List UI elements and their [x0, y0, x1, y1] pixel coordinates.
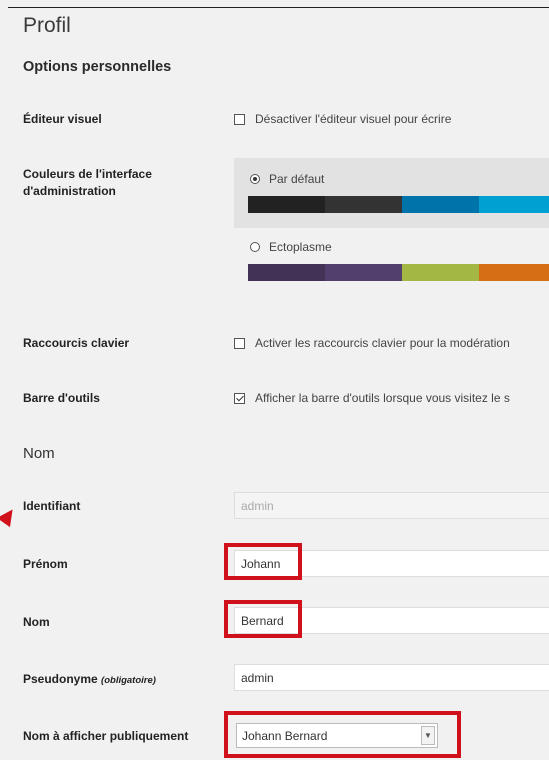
required-note: (obligatoire)	[101, 675, 156, 686]
red-arrow-pointer	[0, 504, 20, 528]
swatch	[402, 264, 479, 281]
color-scheme-default[interactable]: Par défaut	[234, 158, 549, 228]
page-title: Profil	[23, 14, 71, 37]
last-name-highlight	[224, 600, 302, 638]
username-field: admin	[234, 492, 549, 519]
display-name-highlight	[224, 711, 461, 758]
top-divider	[8, 7, 549, 8]
scheme-swatches	[248, 264, 549, 281]
radio-default-scheme[interactable]	[250, 174, 260, 184]
nickname-label: Pseudonyme (obligatoire)	[23, 671, 156, 689]
swatch	[479, 196, 549, 213]
admin-colors-label: Couleurs de l'interface d'administration	[23, 167, 152, 198]
name-section-heading: Nom	[23, 445, 55, 462]
visual-editor-option-text: Désactiver l'éditeur visuel pour écrire	[255, 112, 452, 126]
visual-editor-checkbox[interactable]	[234, 113, 245, 125]
scheme-swatches	[248, 196, 549, 213]
color-scheme-ectoplasm[interactable]: Ectoplasme	[234, 234, 549, 294]
swatch	[325, 264, 402, 281]
toolbar-checkbox[interactable]	[234, 392, 245, 404]
last-name-label: Nom	[23, 615, 50, 629]
swatch	[402, 196, 479, 213]
first-name-highlight	[224, 543, 302, 580]
nickname-field[interactable]: admin	[234, 664, 549, 691]
scheme-name: Par défaut	[269, 172, 325, 186]
keyboard-shortcuts-label: Raccourcis clavier	[23, 336, 130, 350]
toolbar-checkbox-row[interactable]: Afficher la barre d'outils lorsque vous …	[234, 391, 510, 405]
first-name-label: Prénom	[23, 557, 68, 571]
visual-editor-label: Éditeur visuel	[23, 112, 102, 126]
display-name-label: Nom à afficher publiquement	[23, 729, 189, 743]
toolbar-option-text: Afficher la barre d'outils lorsque vous …	[255, 391, 510, 405]
swatch	[248, 264, 325, 281]
keyboard-shortcuts-checkbox-row[interactable]: Activer les raccourcis clavier pour la m…	[234, 336, 510, 350]
swatch	[325, 196, 402, 213]
toolbar-label: Barre d'outils	[23, 391, 100, 405]
keyboard-shortcuts-checkbox[interactable]	[234, 337, 245, 349]
radio-ectoplasm-scheme[interactable]	[250, 242, 260, 252]
scheme-name: Ectoplasme	[269, 240, 332, 254]
swatch	[479, 264, 549, 281]
keyboard-shortcuts-option-text: Activer les raccourcis clavier pour la m…	[255, 336, 510, 350]
nickname-label-text: Pseudonyme	[23, 672, 98, 686]
swatch	[248, 196, 325, 213]
username-label: Identifiant	[23, 499, 81, 513]
personal-options-heading: Options personnelles	[23, 59, 172, 75]
visual-editor-checkbox-row[interactable]: Désactiver l'éditeur visuel pour écrire	[234, 112, 451, 126]
